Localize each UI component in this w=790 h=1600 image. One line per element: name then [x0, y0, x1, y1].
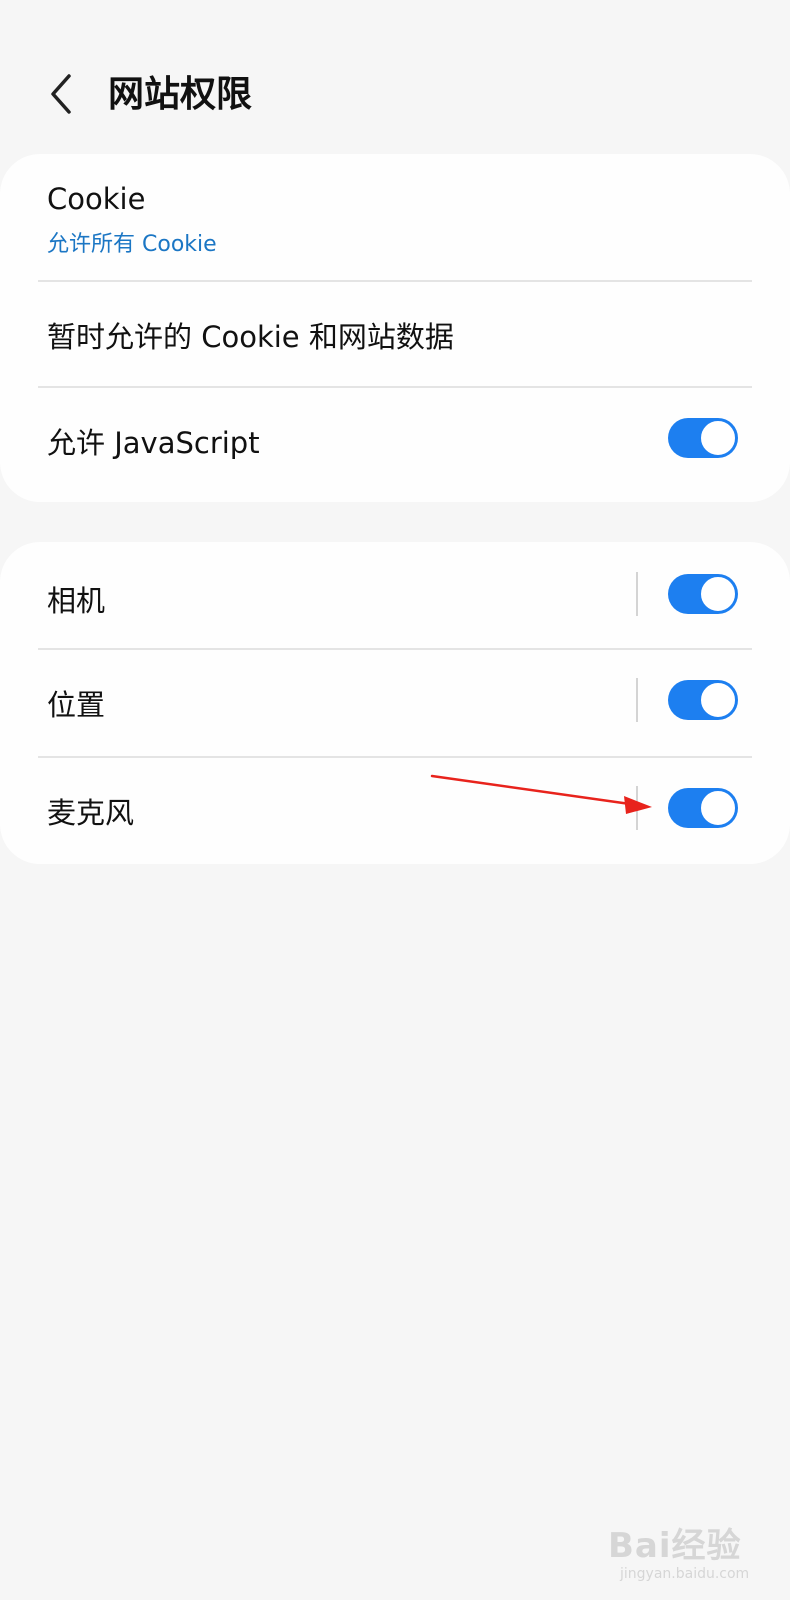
back-button[interactable] [32, 64, 92, 124]
toggle-knob [699, 575, 737, 613]
vertical-separator [636, 572, 638, 616]
temporary-cookie-title: 暂时允许的 Cookie 和网站数据 [47, 320, 454, 354]
location-toggle[interactable] [668, 680, 738, 720]
chevron-left-icon [51, 74, 71, 114]
toggle-knob [699, 789, 737, 827]
location-title: 位置 [47, 688, 106, 722]
location-row[interactable]: 位置 [0, 650, 790, 756]
microphone-row[interactable]: 麦克风 [0, 758, 790, 864]
app-header: 网站权限 [0, 50, 790, 140]
toggle-knob [699, 681, 737, 719]
javascript-row[interactable]: 允许 JavaScript [0, 388, 790, 502]
watermark-main-text: Bai经验 [608, 1526, 742, 1566]
microphone-title: 麦克风 [47, 796, 135, 830]
baidu-watermark: Bai经验 jingyan.baidu.com [600, 1518, 790, 1598]
cookie-setting-row[interactable]: Cookie 允许所有 Cookie [0, 154, 790, 282]
camera-title: 相机 [47, 584, 106, 618]
settings-card-permissions: 相机 位置 麦克风 [0, 542, 790, 864]
javascript-title: 允许 JavaScript [47, 426, 260, 460]
vertical-separator [636, 678, 638, 722]
javascript-toggle[interactable] [668, 418, 738, 458]
temporary-cookie-row[interactable]: 暂时允许的 Cookie 和网站数据 [0, 282, 790, 388]
settings-card-general: Cookie 允许所有 Cookie 暂时允许的 Cookie 和网站数据 允许… [0, 154, 790, 502]
microphone-toggle[interactable] [668, 788, 738, 828]
camera-toggle[interactable] [668, 574, 738, 614]
red-arrow-icon [430, 774, 652, 814]
camera-row[interactable]: 相机 [0, 542, 790, 648]
cookie-subtitle: 允许所有 Cookie [47, 232, 217, 257]
page-title: 网站权限 [108, 74, 253, 115]
toggle-knob [699, 419, 737, 457]
watermark-url-text: jingyan.baidu.com [620, 1566, 750, 1582]
cookie-title: Cookie [47, 182, 146, 216]
